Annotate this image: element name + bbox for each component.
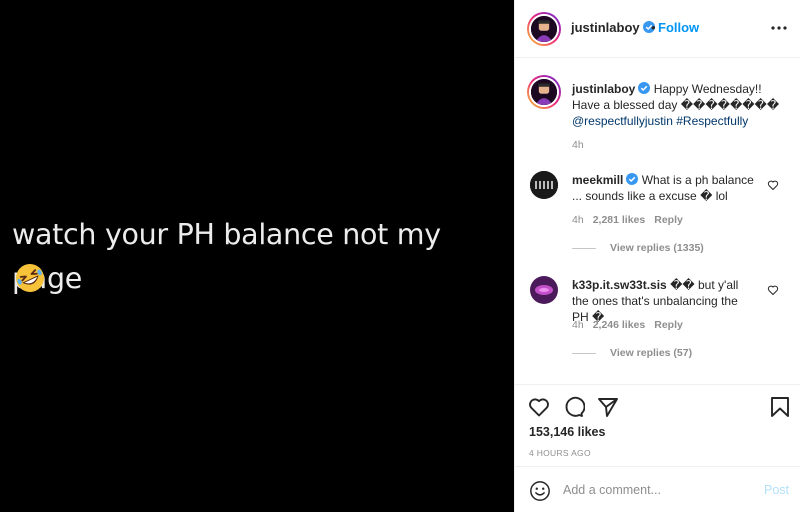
view-replies-button[interactable]: View replies (1335) xyxy=(572,242,704,254)
comment-likes[interactable]: 2,246 likes xyxy=(593,319,646,331)
emoji-picker-icon[interactable] xyxy=(529,480,551,502)
avatar-image xyxy=(531,16,557,42)
post-timestamp[interactable]: 4 HOURS AGO xyxy=(529,448,591,458)
comment-text-block: meekmill What is a ph balance ... sounds… xyxy=(572,172,757,204)
comment-avatar[interactable] xyxy=(530,171,558,199)
reply-button[interactable]: Reply xyxy=(654,319,683,331)
comment-username[interactable]: meekmill xyxy=(572,173,623,187)
likes-count[interactable]: 153,146 likes xyxy=(529,425,605,439)
avatar-image xyxy=(530,276,558,304)
post-actions: 153,146 likes 4 HOURS AGO xyxy=(515,384,800,466)
reply-button[interactable]: Reply xyxy=(654,214,683,226)
comment-age[interactable]: 4h xyxy=(572,319,584,331)
caption-age[interactable]: 4h xyxy=(572,139,584,151)
header-username[interactable]: justinlaboy xyxy=(571,20,655,35)
comment-meta: 4h 2,281 likes Reply xyxy=(572,214,692,226)
divider-line xyxy=(572,247,596,249)
comment-bubble-icon[interactable] xyxy=(561,395,585,419)
comment-text-block: k33p.it.sw33t.sis �� but y'all the ones … xyxy=(572,277,757,325)
divider-line xyxy=(572,352,596,354)
comment-username[interactable]: k33p.it.sw33t.sis xyxy=(572,278,667,292)
like-heart-icon[interactable] xyxy=(527,395,551,419)
caption-hashtag-link[interactable]: #Respectfully xyxy=(676,114,748,128)
comment-like-heart-icon[interactable] xyxy=(767,179,779,191)
caption-avatar[interactable] xyxy=(527,75,561,109)
comment-likes[interactable]: 2,281 likes xyxy=(593,214,646,226)
header-separator: • xyxy=(651,20,656,35)
post-media[interactable]: watch your PH balance not my page xyxy=(0,0,514,512)
avatar-image xyxy=(531,79,557,105)
share-direct-icon[interactable] xyxy=(596,395,620,419)
comment-meta: 4h 2,246 likes Reply xyxy=(572,319,692,331)
follow-button[interactable]: Follow xyxy=(658,20,699,35)
header-avatar[interactable] xyxy=(527,12,561,46)
post-caption: justinlaboy Happy Wednesday!! Have a ble… xyxy=(572,81,782,129)
comment-input[interactable] xyxy=(563,479,743,501)
post-comment-button[interactable]: Post xyxy=(764,483,789,497)
post-header: justinlaboy • Follow xyxy=(515,0,800,58)
caption-mention-link[interactable]: @respectfullyjustin xyxy=(572,114,673,128)
verified-badge-icon xyxy=(638,82,651,94)
comment-like-heart-icon[interactable] xyxy=(767,284,779,296)
save-bookmark-icon[interactable] xyxy=(768,395,792,419)
comment-age[interactable]: 4h xyxy=(572,214,584,226)
avatar-image xyxy=(530,171,558,199)
comment-avatar[interactable] xyxy=(530,276,558,304)
verified-badge-icon xyxy=(626,173,639,185)
caption-username[interactable]: justinlaboy xyxy=(572,82,635,96)
caption-meta: 4h xyxy=(572,139,593,151)
comment-composer: Post xyxy=(515,466,800,512)
post-details-panel: justinlaboy • Follow justinlaboy Happy W… xyxy=(514,0,800,512)
rolling-on-floor-laughing-emoji-icon xyxy=(16,264,44,292)
media-caption-text: watch your PH balance not my page xyxy=(12,218,441,295)
view-replies-button[interactable]: View replies (57) xyxy=(572,347,692,359)
comments-list[interactable]: justinlaboy Happy Wednesday!! Have a ble… xyxy=(515,59,800,383)
more-options-icon[interactable] xyxy=(769,18,789,38)
